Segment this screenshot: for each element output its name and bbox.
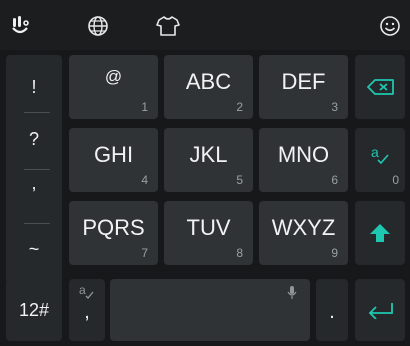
comma-label: ,	[84, 301, 90, 323]
symbol-divider	[24, 169, 50, 170]
shift-key[interactable]	[355, 201, 405, 265]
key-label: ABC	[185, 69, 232, 94]
space-key[interactable]	[110, 279, 310, 341]
period-key[interactable]: .	[316, 279, 348, 341]
globe-icon[interactable]	[82, 10, 114, 42]
key-1-at[interactable]: @ 1	[69, 55, 158, 119]
key-9-wxyz[interactable]: WXYZ 9	[259, 201, 348, 265]
comma-symbol-key[interactable]: ,	[6, 173, 62, 194]
touchpal-logo-icon[interactable]	[6, 10, 38, 42]
tshirt-icon[interactable]	[152, 10, 184, 42]
spellcheck-small-icon: a	[79, 283, 94, 299]
key-4-ghi[interactable]: GHI 4	[69, 128, 158, 192]
key-7-pqrs[interactable]: PQRS 7	[69, 201, 158, 265]
key-number: 7	[141, 246, 148, 260]
svg-text:a: a	[79, 283, 86, 297]
predict-key[interactable]: a 0	[355, 128, 405, 192]
key-label: JKL	[189, 142, 228, 167]
mode-switch-label: 12#	[18, 300, 50, 320]
smiley-icon[interactable]	[374, 10, 406, 42]
tilde-key[interactable]: ~	[6, 239, 62, 260]
question-key[interactable]: ?	[6, 129, 62, 150]
key-number: 2	[236, 100, 243, 114]
key-number: 0	[392, 173, 399, 187]
enter-icon	[368, 303, 393, 319]
key-label: @	[104, 67, 123, 86]
spellcheck-icon: a	[371, 144, 389, 165]
backspace-key[interactable]	[355, 55, 405, 119]
key-label: MNO	[277, 142, 330, 167]
symbol-divider	[24, 112, 50, 113]
comma-key[interactable]: a ,	[69, 279, 105, 341]
exclamation-key[interactable]: !	[6, 77, 62, 98]
mode-switch-key[interactable]: 12#	[6, 279, 62, 341]
key-label: TUV	[186, 215, 231, 240]
backspace-icon	[367, 79, 394, 95]
key-3-def[interactable]: DEF 3	[259, 55, 348, 119]
key-8-tuv[interactable]: TUV 8	[164, 201, 253, 265]
key-number: 3	[331, 100, 338, 114]
keyboard-toolbar	[0, 0, 410, 50]
key-number: 9	[331, 246, 338, 260]
svg-text:a: a	[371, 144, 379, 160]
key-label: GHI	[93, 142, 134, 167]
key-label: PQRS	[82, 215, 145, 240]
key-number: 4	[141, 173, 148, 187]
shift-arrow-icon	[370, 224, 390, 242]
period-label: .	[329, 301, 335, 323]
key-number: 1	[141, 100, 148, 114]
key-label: DEF	[281, 69, 326, 94]
key-5-jkl[interactable]: JKL 5	[164, 128, 253, 192]
key-6-mno[interactable]: MNO 6	[259, 128, 348, 192]
symbol-column: ! ? , ~	[6, 55, 62, 283]
enter-key[interactable]	[355, 279, 405, 341]
key-2-abc[interactable]: ABC 2	[164, 55, 253, 119]
microphone-icon	[287, 286, 297, 299]
key-number: 5	[236, 173, 243, 187]
key-number: 8	[236, 246, 243, 260]
key-number: 6	[331, 173, 338, 187]
key-label: WXYZ	[271, 215, 336, 240]
symbol-divider	[24, 223, 50, 224]
